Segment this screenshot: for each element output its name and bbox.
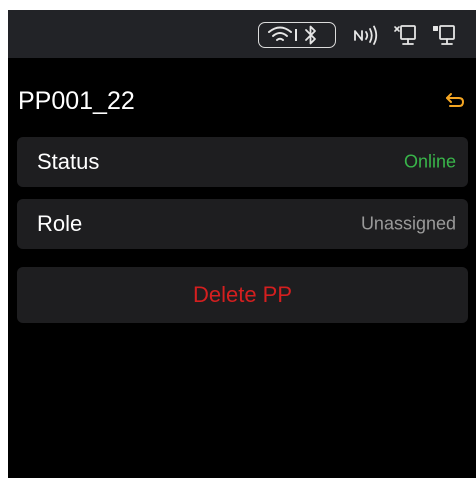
- nfc-icon: [353, 25, 379, 45]
- status-label: Status: [37, 149, 100, 174]
- role-value: Unassigned: [360, 213, 456, 234]
- status-value: Online: [403, 151, 456, 172]
- back-arrow-icon: [446, 93, 465, 107]
- status-bar: [8, 10, 476, 58]
- bluetooth-icon: [303, 24, 319, 46]
- device-screen: PP001_22 Status Online Role Unassigned D…: [8, 10, 476, 478]
- role-label: Role: [37, 211, 83, 236]
- role-row: Role Unassigned: [17, 199, 468, 249]
- delete-pp-button[interactable]: Delete PP: [17, 267, 468, 323]
- network-port-icon: [431, 23, 457, 47]
- delete-pp-label: Delete PP: [192, 282, 293, 307]
- back-button[interactable]: [444, 90, 466, 110]
- wifi-icon: [267, 25, 293, 45]
- network-port-icon: [392, 23, 418, 47]
- divider-mark: [295, 29, 298, 41]
- status-row: Status Online: [17, 137, 468, 187]
- page-title: PP001_22: [18, 87, 135, 115]
